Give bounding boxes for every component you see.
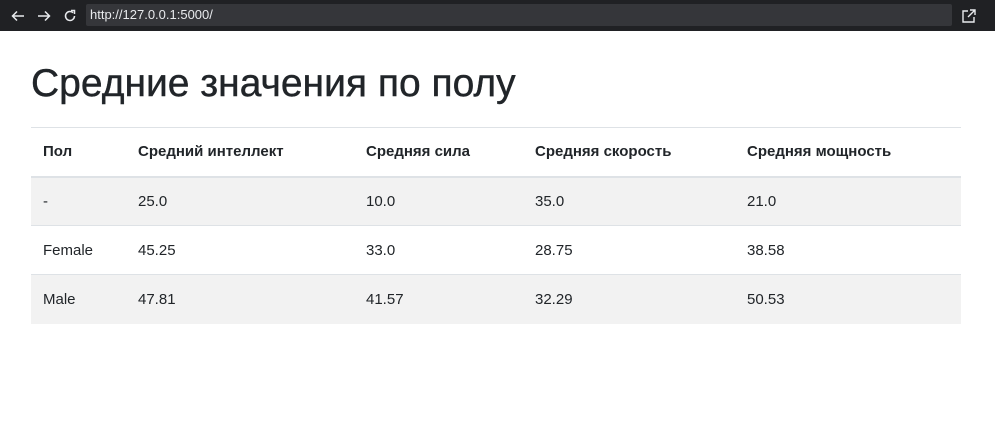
table-row: - 25.0 10.0 35.0 21.0 bbox=[31, 176, 961, 226]
cell-speed: 35.0 bbox=[535, 192, 565, 210]
cell-intelligence: 45.25 bbox=[126, 225, 354, 275]
cell-power: 50.53 bbox=[735, 274, 961, 324]
header-strength: Средняя сила bbox=[354, 127, 523, 178]
page-content: Средние значения по полу Пол Средний инт… bbox=[31, 31, 961, 324]
cell-strength: 10.0 bbox=[366, 192, 396, 210]
header-intelligence: Средний интеллект bbox=[126, 127, 354, 178]
table-header-row: Пол Средний интеллект Средняя сила Средн… bbox=[31, 127, 961, 178]
averages-table: Пол Средний интеллект Средняя сила Средн… bbox=[31, 127, 961, 324]
reload-button[interactable] bbox=[57, 0, 83, 31]
header-power: Средняя мощность bbox=[735, 127, 961, 178]
cell-strength: 41.57 bbox=[354, 274, 523, 324]
arrow-left-icon bbox=[11, 10, 24, 21]
header-gender: Пол bbox=[31, 127, 126, 178]
cell-power: 38.58 bbox=[735, 225, 961, 275]
cell-gender: Male bbox=[31, 274, 126, 324]
table-row: Male 47.81 41.57 32.29 50.53 bbox=[31, 274, 961, 324]
cell-intelligence: 25.0 bbox=[138, 192, 168, 210]
cell-strength: 33.0 bbox=[354, 225, 523, 275]
arrow-right-icon bbox=[38, 10, 51, 21]
header-speed: Средняя скорость bbox=[523, 127, 735, 178]
back-button[interactable] bbox=[5, 0, 31, 31]
open-external-button[interactable] bbox=[956, 0, 982, 31]
cell-speed: 32.29 bbox=[523, 274, 735, 324]
page-title: Средние значения по полу bbox=[31, 62, 516, 105]
browser-toolbar bbox=[0, 0, 995, 31]
cell-power: 21.0 bbox=[747, 192, 777, 210]
forward-button[interactable] bbox=[31, 0, 57, 31]
table-row: Female 45.25 33.0 28.75 38.58 bbox=[31, 225, 961, 275]
open-external-icon bbox=[962, 8, 976, 23]
cell-gender: Female bbox=[31, 225, 126, 275]
cell-speed: 28.75 bbox=[523, 225, 735, 275]
reload-icon bbox=[64, 9, 76, 21]
cell-intelligence: 47.81 bbox=[126, 274, 354, 324]
address-bar[interactable] bbox=[86, 4, 952, 26]
cell-gender: - bbox=[43, 192, 48, 210]
